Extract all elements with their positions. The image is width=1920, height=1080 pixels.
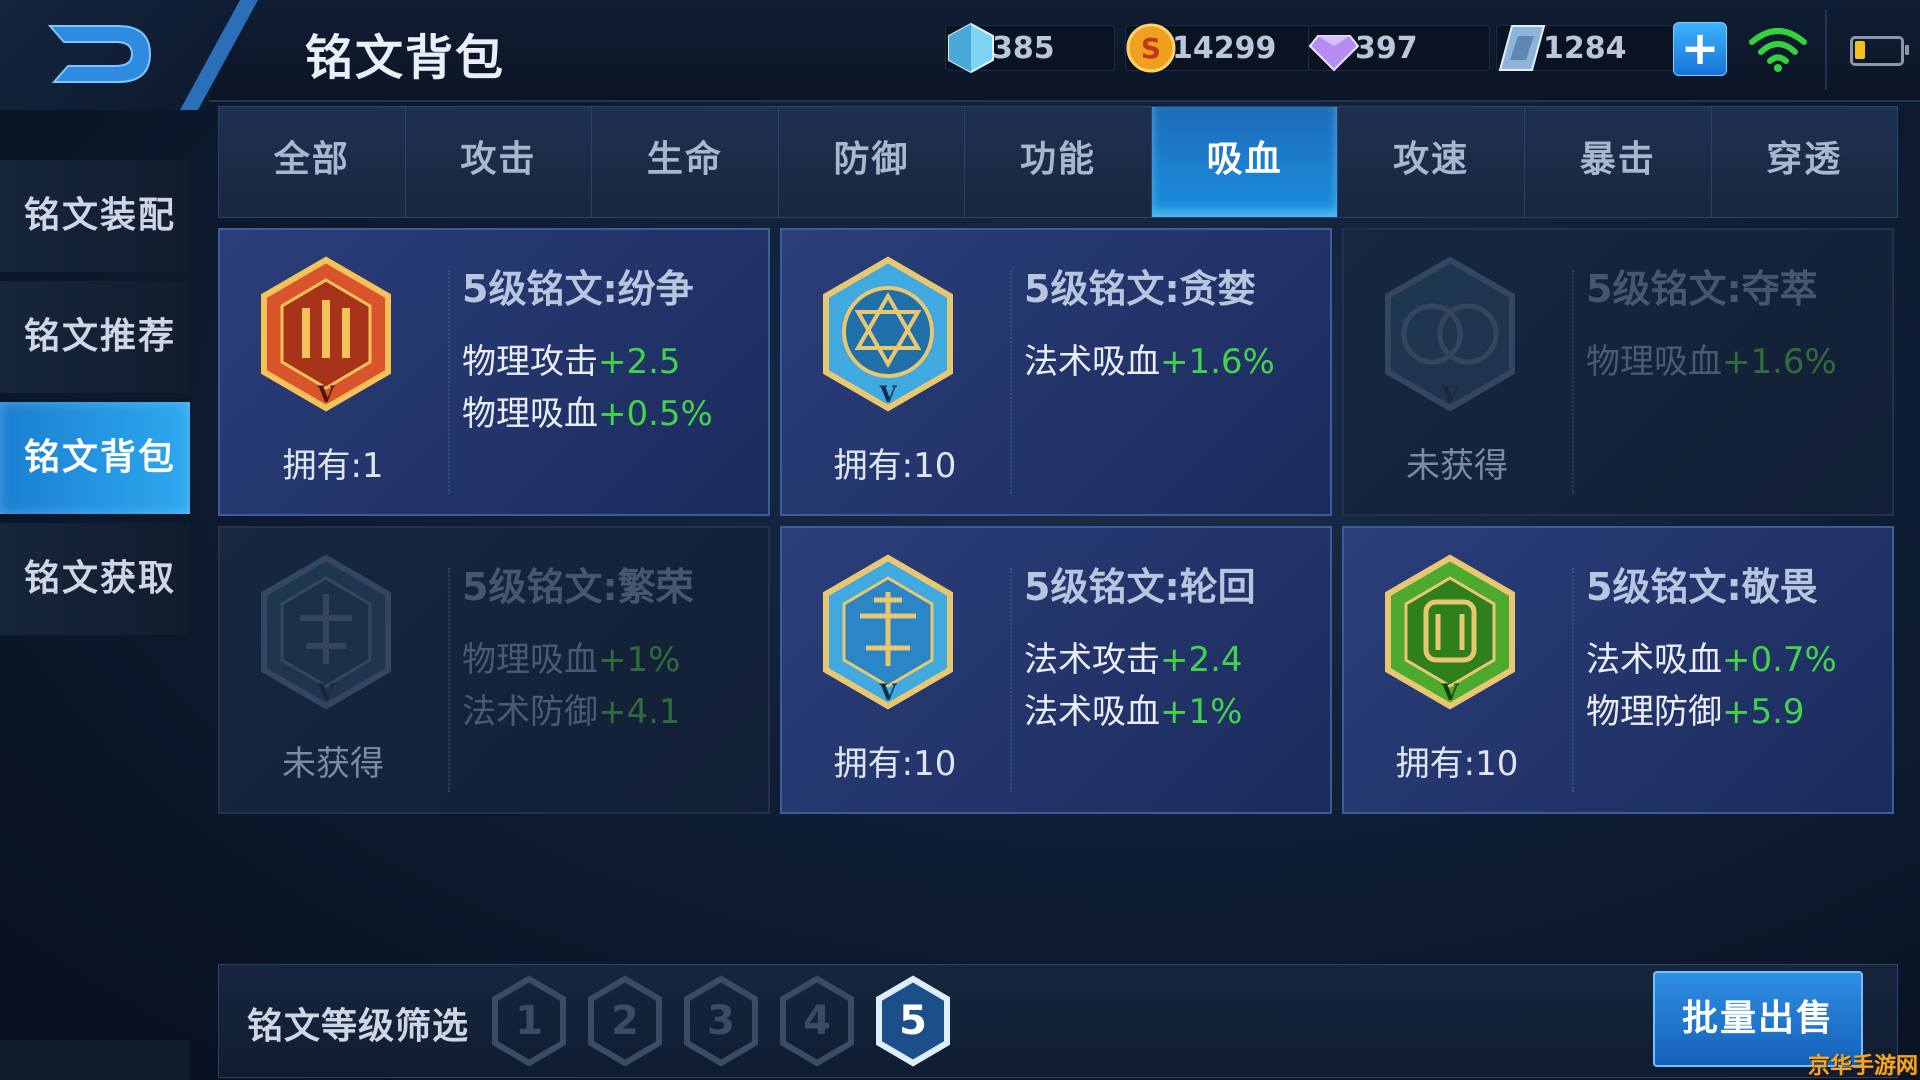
rune-name: 5级铭文:纷争 <box>462 267 694 311</box>
resource-voucher: 1284 <box>1496 22 1684 74</box>
tab-utility[interactable]: 功能 <box>965 107 1152 217</box>
gem-icon <box>1308 35 1360 72</box>
rune-name: 5级铭文:繁荣 <box>462 565 694 609</box>
tab-critical[interactable]: 暴击 <box>1525 107 1712 217</box>
rune-stat: 法术防御+4.1 <box>462 692 681 732</box>
voucher-icon <box>1498 25 1546 71</box>
level-filter-label: 铭文等级筛选 <box>247 1006 470 1047</box>
recharge-plus-button[interactable]: + <box>1673 22 1727 76</box>
rune-card[interactable]: V 拥有:10 5级铭文:贪婪 法术吸血+1.6% <box>780 228 1332 516</box>
back-arrow-icon <box>47 25 152 83</box>
category-tabs: 全部 攻击 生命 防御 功能 吸血 攻速 暴击 穿透 <box>218 106 1898 218</box>
rune-card[interactable]: V 拥有:10 5级铭文:敬畏 法术吸血+0.7% 物理防御+5.9 <box>1342 526 1894 814</box>
level-filter-3[interactable]: 3 <box>681 975 761 1067</box>
rune-card[interactable]: V 拥有:1 5级铭文:纷争 物理攻击+2.5 物理吸血+0.5% <box>218 228 770 516</box>
owned-count: 拥有:10 <box>1395 744 1519 784</box>
level-filter-2[interactable]: 2 <box>585 975 665 1067</box>
owned-count: 拥有:10 <box>833 744 957 784</box>
tab-attack-speed[interactable]: 攻速 <box>1338 107 1525 217</box>
level-filter-1[interactable]: 1 <box>489 975 569 1067</box>
svg-text:S: S <box>1141 32 1161 65</box>
level-filter-4[interactable]: 4 <box>777 975 857 1067</box>
level-filter-5[interactable]: 5 <box>873 975 953 1067</box>
tab-health[interactable]: 生命 <box>592 107 779 217</box>
divider <box>1572 568 1574 792</box>
rune-stat: 法术吸血+0.7% <box>1586 640 1837 680</box>
tab-penetration[interactable]: 穿透 <box>1712 107 1898 217</box>
svg-text:V: V <box>1440 382 1459 408</box>
svg-text:V: V <box>316 680 335 706</box>
wifi-icon <box>1749 28 1807 72</box>
blue-rune-emblem-icon: V <box>261 554 391 710</box>
rune-stat: 物理吸血+0.5% <box>462 394 713 434</box>
rune-stat: 物理吸血+1.6% <box>1586 342 1837 382</box>
rune-stat: 物理攻击+2.5 <box>462 342 681 382</box>
divider <box>1825 10 1827 90</box>
divider <box>1010 270 1012 494</box>
blue-rune-emblem-icon: V <box>823 256 953 412</box>
resource-gold: S 14299 <box>1125 22 1311 74</box>
owned-count: 拥有:1 <box>282 446 384 486</box>
sidebar-item-equip[interactable]: 铭文装配 <box>0 160 190 272</box>
tab-lifesteal[interactable]: 吸血 <box>1151 107 1339 217</box>
sidebar-item-obtain[interactable]: 铭文获取 <box>0 523 190 635</box>
divider <box>1010 568 1012 792</box>
rune-card[interactable]: V 未获得 5级铭文:夺萃 物理吸血+1.6% <box>1342 228 1894 516</box>
header-decoration <box>180 0 258 110</box>
divider <box>1572 270 1574 494</box>
rune-stat: 法术吸血+1% <box>1024 692 1243 732</box>
rune-stat: 物理防御+5.9 <box>1586 692 1805 732</box>
rune-stat: 物理吸血+1% <box>462 640 681 680</box>
rune-stat: 法术吸血+1.6% <box>1024 342 1275 382</box>
rune-card[interactable]: V 未获得 5级铭文:繁荣 物理吸血+1% 法术防御+4.1 <box>218 526 770 814</box>
tab-defense[interactable]: 防御 <box>779 107 966 217</box>
battery-icon <box>1850 36 1909 66</box>
tab-attack[interactable]: 攻击 <box>406 107 593 217</box>
sidebar-item-recommend[interactable]: 铭文推荐 <box>0 281 190 393</box>
divider <box>448 270 450 494</box>
rune-name: 5级铭文:夺萃 <box>1586 267 1818 311</box>
page-title: 铭文背包 <box>305 30 506 86</box>
svg-text:V: V <box>878 680 897 706</box>
rune-name: 5级铭文:敬畏 <box>1586 565 1818 609</box>
divider <box>448 568 450 792</box>
red-rune-emblem-icon: V <box>261 256 391 412</box>
blue-rune-emblem-icon: V <box>823 554 953 710</box>
sidebar-footer <box>0 1040 190 1080</box>
watermark: 京华手游网 <box>1808 1054 1919 1079</box>
rune-name: 5级铭文:贪婪 <box>1024 267 1256 311</box>
level-filter-bar: 铭文等级筛选 1 2 3 4 5 批量出售 <box>218 964 1898 1078</box>
rune-name: 5级铭文:轮回 <box>1024 565 1256 609</box>
resource-gem: 397 <box>1308 22 1490 74</box>
diamond-crystal-icon <box>948 22 994 74</box>
sidebar: 铭文装配 铭文推荐 铭文背包 铭文获取 <box>0 160 190 644</box>
rune-grid: V 拥有:1 5级铭文:纷争 物理攻击+2.5 物理吸血+0.5% V 拥有:1… <box>218 228 1896 816</box>
resource-diamond: 385 <box>945 22 1115 74</box>
tab-all[interactable]: 全部 <box>219 107 406 217</box>
green-rune-emblem-icon: V <box>1385 554 1515 710</box>
svg-text:V: V <box>316 382 335 408</box>
rune-card[interactable]: V 拥有:10 5级铭文:轮回 法术攻击+2.4 法术吸血+1% <box>780 526 1332 814</box>
top-bar: 铭文背包 385 S 14299 397 1284 + <box>0 0 1920 110</box>
svg-text:V: V <box>878 382 897 408</box>
owned-count: 拥有:10 <box>833 446 957 486</box>
rune-stat: 法术攻击+2.4 <box>1024 640 1243 680</box>
sidebar-item-backpack[interactable]: 铭文背包 <box>0 402 190 514</box>
owned-status: 未获得 <box>282 744 384 784</box>
svg-text:V: V <box>1440 680 1459 706</box>
gold-coin-icon: S <box>1126 23 1176 73</box>
blue-rune-emblem-icon: V <box>1385 256 1515 412</box>
owned-status: 未获得 <box>1406 446 1508 486</box>
